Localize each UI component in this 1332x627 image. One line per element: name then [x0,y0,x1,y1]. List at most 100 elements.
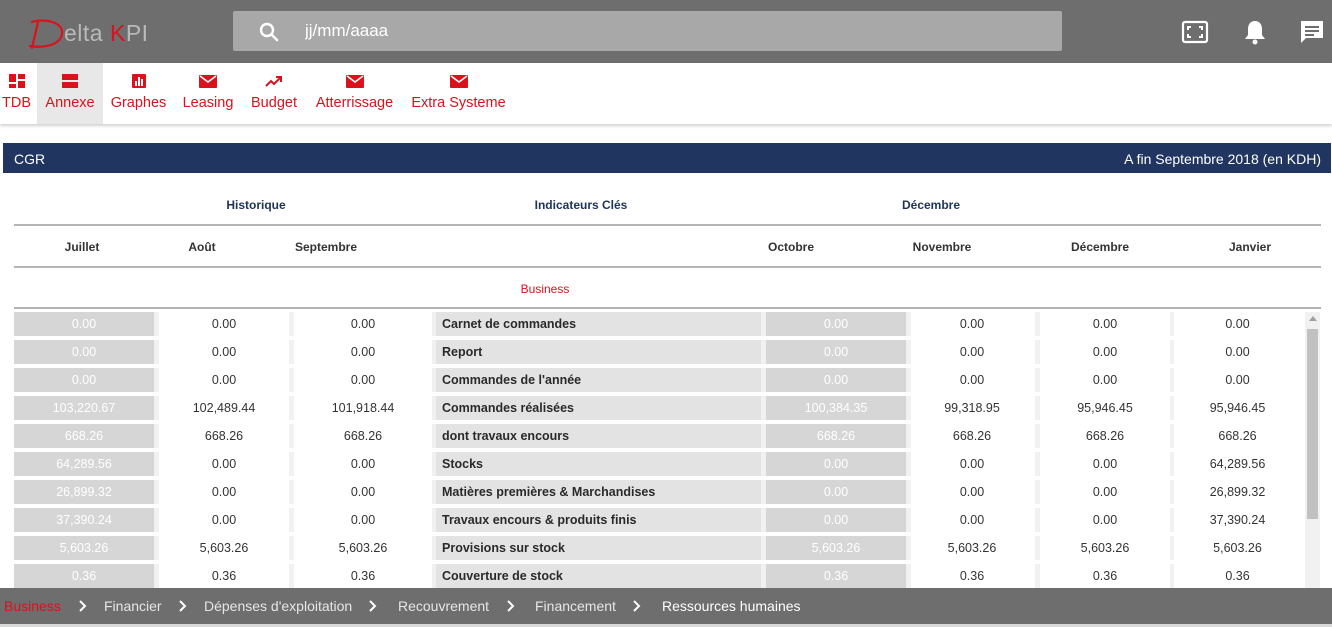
section-divider [14,307,1321,309]
value-cell: 668.26 [1085,429,1125,443]
value-cell: 668.26 [1218,429,1257,443]
header-decembre: Décembre [901,198,961,212]
breadcrumb-item[interactable]: Financier [104,598,162,614]
category-breadcrumb-bar: Business Financier Dépenses d'exploitation… [0,588,1332,624]
month-header-decembre: Décembre [1070,240,1130,254]
date-search-input[interactable] [305,17,1005,45]
value-cell: 0.00 [766,368,906,392]
tab-extra-systeme[interactable]: Extra Systeme [407,63,510,124]
value-cell: 0.00 [211,457,237,471]
value-cell: 5,603.26 [199,541,249,555]
value-cell: 0.36 [1092,569,1118,583]
fullscreen-icon[interactable] [1181,18,1209,46]
value-cell: 0.36 [14,564,154,588]
tab-budget[interactable]: Budget [246,63,302,124]
value-cell: 0.36 [350,569,376,583]
chevron-right-icon [79,600,87,612]
chevron-right-icon [369,600,377,612]
value-cell: 0.00 [1092,345,1118,359]
tab-annexe[interactable]: Annexe [37,63,103,124]
bell-icon[interactable] [1241,18,1269,46]
tab-tdb[interactable]: TDB [0,63,33,124]
value-cell: 26,899.32 [14,480,154,504]
value-cell: 99,318.95 [944,401,1000,415]
value-cell: 37,390.24 [1209,513,1266,527]
value-cell: 0.00 [1225,373,1250,387]
value-cell: 5,603.26 [947,541,997,555]
logo-text-k: K [109,20,126,46]
value-cell: 0.00 [350,373,376,387]
tab-atterrissage[interactable]: Atterrissage [310,63,399,124]
value-cell: 0.00 [14,312,154,336]
tab-label: Extra Systeme [411,95,506,111]
value-cell: 101,918.44 [331,401,395,415]
value-cell: 100,384.35 [766,396,906,420]
value-cell: 668.26 [14,424,154,448]
breadcrumb-item[interactable]: Ressources humaines [662,598,801,614]
value-cell: 0.00 [211,485,237,499]
value-cell: 0.00 [959,485,985,499]
tab-label: Budget [251,95,297,111]
table-row: 37,390.24 0.00 0.00 0.00 0.00 0.00 37,390.24 Tr… [14,508,1304,532]
value-cell: 5,603.26 [338,541,388,555]
chevron-right-icon [179,600,187,612]
indicator-label: Travaux encours & produits finis [436,508,761,532]
value-cell: 0.00 [1092,317,1118,331]
table-row: 0.00 0.00 0.00 0.00 0.00 0.00 0.00 Commandes de… [14,368,1304,392]
scroll-up-arrow-icon[interactable] [1309,316,1317,321]
value-cell: 0.00 [14,368,154,392]
logo-text-part: elta [64,20,110,46]
table-row: 5,603.26 5,603.26 5,603.26 5,603.26 5,603.26… [14,536,1304,560]
value-cell: 0.00 [211,373,237,387]
dashboard-icon [8,74,25,88]
breadcrumb-item[interactable]: Dépenses d'exploitation [204,598,352,614]
chat-icon[interactable] [1298,18,1326,46]
breadcrumb-item[interactable]: Recouvrement [398,598,489,614]
top-bar: elta KPI [0,0,1332,63]
month-header-septembre: Septembre [294,240,358,254]
tab-leasing[interactable]: Leasing [178,63,238,124]
value-cell: 0.00 [211,513,237,527]
search-icon[interactable] [259,22,279,42]
table-scrollbar[interactable] [1305,312,1320,588]
month-header-octobre: Octobre [767,240,814,254]
value-cell: 0.00 [959,317,985,331]
value-cell: 0.00 [350,317,376,331]
value-cell: 0.00 [1225,345,1250,359]
date-search-box[interactable] [233,11,1062,51]
month-header-novembre: Novembre [912,240,972,254]
value-cell: 668.26 [343,429,383,443]
month-header-juillet: Juillet [64,240,100,254]
section-business-label: Business [520,282,570,296]
value-cell: 0.36 [766,564,906,588]
value-cell: 668.26 [204,429,244,443]
value-cell: 668.26 [952,429,992,443]
tab-graphes[interactable]: Graphes [107,63,170,124]
table-row: 668.26 668.26 668.26 668.26 668.26 668.26 668.… [14,424,1304,448]
delta-kpi-logo[interactable]: elta KPI [24,14,174,50]
tab-label: Leasing [182,95,234,111]
table-row: 0.00 0.00 0.00 0.00 0.00 0.00 0.00 Carnet de co… [14,312,1304,336]
header-divider [14,224,1321,226]
mail-icon [199,75,217,88]
value-cell: 26,899.32 [1209,485,1266,499]
table-row: 64,289.56 0.00 0.00 0.00 0.00 0.00 64,289.56 St… [14,452,1304,476]
table-row: 103,220.67 102,489.44 101,918.44 100,384.35… [14,396,1304,420]
value-cell: 0.00 [959,373,985,387]
scrollbar-thumb[interactable] [1307,329,1318,519]
value-cell: 0.36 [1225,569,1250,583]
indicator-label: Commandes de l'année [436,368,761,392]
main-nav: TDB Annexe Graphes Leasing Budget Atterr… [0,63,1332,124]
value-cell: 0.00 [350,513,376,527]
header-indicateurs-cles: Indicateurs Clés [534,198,628,212]
logo-text-part: PI [125,20,149,46]
value-cell: 0.00 [1092,485,1118,499]
indicator-label: Stocks [436,452,761,476]
breadcrumb-item[interactable]: Business [4,598,61,614]
logo-text: elta KPI [64,20,149,47]
value-cell: 0.36 [959,569,985,583]
breadcrumb-item[interactable]: Financement [535,598,616,614]
value-cell: 95,946.45 [1209,401,1266,415]
value-cell: 0.00 [350,345,376,359]
value-cell: 668.26 [766,424,906,448]
